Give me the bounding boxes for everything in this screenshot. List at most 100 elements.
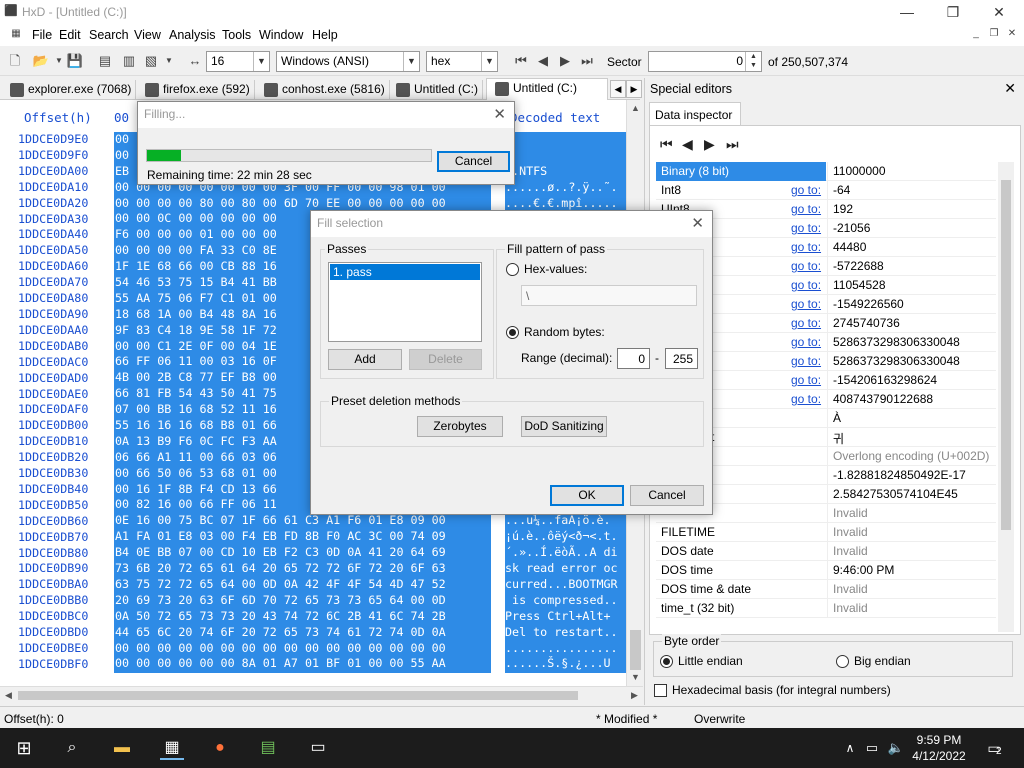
text-row[interactable] [505, 148, 627, 164]
inspector-row[interactable]: DOS date Invalid [656, 542, 996, 561]
inspector-row[interactable]: time_t (32 bit) Invalid [656, 599, 996, 618]
scroll-right-icon[interactable]: ▶ [626, 687, 643, 704]
print-icon[interactable]: ▥ [120, 52, 138, 70]
bytes-per-row-select[interactable]: 16 ▼ [206, 51, 270, 72]
inspector-value[interactable]: À [827, 409, 996, 428]
inspector-value[interactable]: Invalid [827, 542, 996, 561]
spinner-icon[interactable]: ▲ ▼ [745, 52, 761, 71]
tab-scroll-right-icon[interactable]: ▶ [626, 80, 642, 98]
goto-link[interactable]: go to: [791, 259, 821, 273]
hex-row[interactable]: 20 69 73 20 63 6F 6D 70 72 65 73 73 65 6… [115, 593, 491, 609]
last-sector-icon[interactable]: ⏭ [578, 52, 596, 70]
goto-link[interactable]: go to: [791, 221, 821, 235]
last-icon[interactable]: ⏭ [726, 136, 739, 153]
random-bytes-label[interactable]: Random bytes: [524, 325, 605, 339]
hex-values-radio[interactable] [506, 263, 519, 276]
scroll-left-icon[interactable]: ◀ [0, 687, 17, 704]
inspector-scrollbar[interactable] [998, 162, 1014, 632]
hex-values-input[interactable]: \ [521, 285, 697, 306]
random-bytes-radio[interactable] [506, 326, 519, 339]
minimize-button[interactable]: — [884, 0, 930, 24]
add-pass-button[interactable]: Add [328, 349, 402, 370]
start-windows-icon[interactable]: ⊞ [12, 736, 36, 760]
close-icon[interactable]: ✕ [1004, 80, 1016, 97]
maximize-button[interactable]: ❐ [930, 0, 976, 24]
zerobytes-button[interactable]: Zerobytes [417, 416, 503, 437]
hxd-taskbar-icon[interactable]: ▦ [160, 736, 184, 760]
text-row[interactable]: Press Ctrl+Alt+ [505, 609, 627, 625]
chevron-up-icon[interactable]: ∧ [838, 736, 862, 760]
text-row[interactable]: ......ø..?.ÿ..˜. [505, 180, 627, 196]
hex-row[interactable]: B4 0E BB 07 00 CD 10 EB F2 C3 0D 0A 41 2… [115, 545, 491, 561]
text-row[interactable] [505, 132, 627, 148]
inspector-row[interactable]: DOS time & date Invalid [656, 580, 996, 599]
inspector-value[interactable]: 192 [827, 200, 996, 219]
scroll-up-icon[interactable]: ▲ [627, 100, 644, 117]
range-min-input[interactable]: 0 [617, 348, 650, 369]
goto-link[interactable]: go to: [791, 278, 821, 292]
hex-basis-checkbox[interactable] [654, 684, 667, 697]
inspector-value[interactable]: 11054528 [827, 276, 996, 295]
cancel-button[interactable]: Cancel [630, 485, 704, 506]
big-endian-label[interactable]: Big endian [854, 654, 911, 668]
task-manager-icon[interactable]: ▤ [256, 736, 280, 760]
inspector-value[interactable]: Invalid [827, 580, 996, 599]
inspector-value[interactable]: -64 [827, 181, 996, 200]
menu-edit[interactable]: Edit [59, 28, 81, 42]
tab-untitled-1[interactable]: Untitled (C:) [388, 80, 484, 100]
menu-search[interactable]: Search [89, 28, 129, 42]
display-mode-select[interactable]: hex ▼ [426, 51, 498, 72]
prev-icon[interactable]: ◀ [682, 136, 693, 153]
menu-help[interactable]: Help [312, 28, 338, 42]
tab-conhost[interactable]: conhost.exe (5816) [256, 80, 390, 100]
inspector-value[interactable]: -5722688 [827, 257, 996, 276]
inspector-value[interactable]: 408743790122688 [827, 390, 996, 409]
scroll-thumb[interactable] [630, 630, 641, 670]
text-row[interactable]: curred...BOOTMGR [505, 577, 627, 593]
scroll-thumb[interactable] [1001, 180, 1011, 530]
hex-basis-label[interactable]: Hexadecimal basis (for integral numbers) [672, 683, 891, 697]
scroll-down-icon[interactable]: ▼ [627, 669, 644, 686]
goto-link[interactable]: go to: [791, 335, 821, 349]
inspector-value[interactable]: 11000000 [827, 162, 996, 181]
hex-row[interactable]: 00 00 00 00 00 00 00 00 00 00 00 00 00 0… [115, 641, 491, 657]
terminal-icon[interactable]: ▭ [306, 736, 330, 760]
range-max-input[interactable]: 255 [665, 348, 698, 369]
hex-row[interactable]: 73 6B 20 72 65 61 64 20 65 72 72 6F 72 2… [115, 561, 491, 577]
hex-row[interactable]: A1 FA 01 E8 03 00 F4 EB FD 8B F0 AC 3C 0… [115, 529, 491, 545]
inspector-value[interactable]: 2745740736 [827, 314, 996, 333]
inspector-value[interactable]: Invalid [827, 523, 996, 542]
mdi-minimize-icon[interactable]: _ [968, 28, 984, 42]
filling-cancel-button[interactable]: Cancel [437, 151, 510, 172]
goto-link[interactable]: go to: [791, 240, 821, 254]
goto-link[interactable]: go to: [791, 183, 821, 197]
inspector-value[interactable]: Invalid [827, 599, 996, 618]
text-row[interactable]: ......Š.§.¿...U [505, 656, 627, 672]
inspector-value[interactable]: 2.58427530574104E45 [827, 485, 996, 504]
inspector-value[interactable]: 5286373298306330048 [827, 352, 996, 371]
inspector-value[interactable]: -21056 [827, 219, 996, 238]
prev-sector-icon[interactable]: ◀ [534, 52, 552, 70]
text-row[interactable]: ...u¼..faÃ¡ö.è. [505, 513, 627, 529]
ok-button[interactable]: OK [550, 485, 624, 506]
inspector-value[interactable]: Overlong encoding (U+002D) [827, 447, 996, 466]
goto-link[interactable]: go to: [791, 316, 821, 330]
close-icon[interactable]: ✕ [493, 105, 506, 123]
little-endian-label[interactable]: Little endian [678, 654, 743, 668]
properties-icon[interactable]: ▤ [96, 52, 114, 70]
mdi-close-icon[interactable]: ✕ [1004, 28, 1020, 42]
text-row[interactable]: sk read error oc [505, 561, 627, 577]
inspector-value[interactable]: 귀 [827, 428, 996, 447]
tab-explorer[interactable]: explorer.exe (7068) [2, 80, 137, 100]
inspector-row[interactable]: DOS time 9:46:00 PM [656, 561, 996, 580]
hex-row[interactable]: 00 00 00 00 00 00 8A 01 A7 01 BF 01 00 0… [115, 656, 491, 672]
goto-link[interactable]: go to: [791, 373, 821, 387]
close-button[interactable]: ✕ [976, 0, 1022, 24]
mdi-restore-icon[interactable]: ❐ [986, 28, 1002, 42]
little-endian-radio[interactable] [660, 655, 673, 668]
open-folder-icon[interactable]: 📂 [32, 52, 50, 70]
menu-analysis[interactable]: Analysis [169, 28, 216, 42]
next-sector-icon[interactable]: ▶ [556, 52, 574, 70]
inspector-row[interactable]: Int8 go to: -64 [656, 181, 996, 200]
network-icon[interactable]: ▭ [860, 736, 884, 760]
